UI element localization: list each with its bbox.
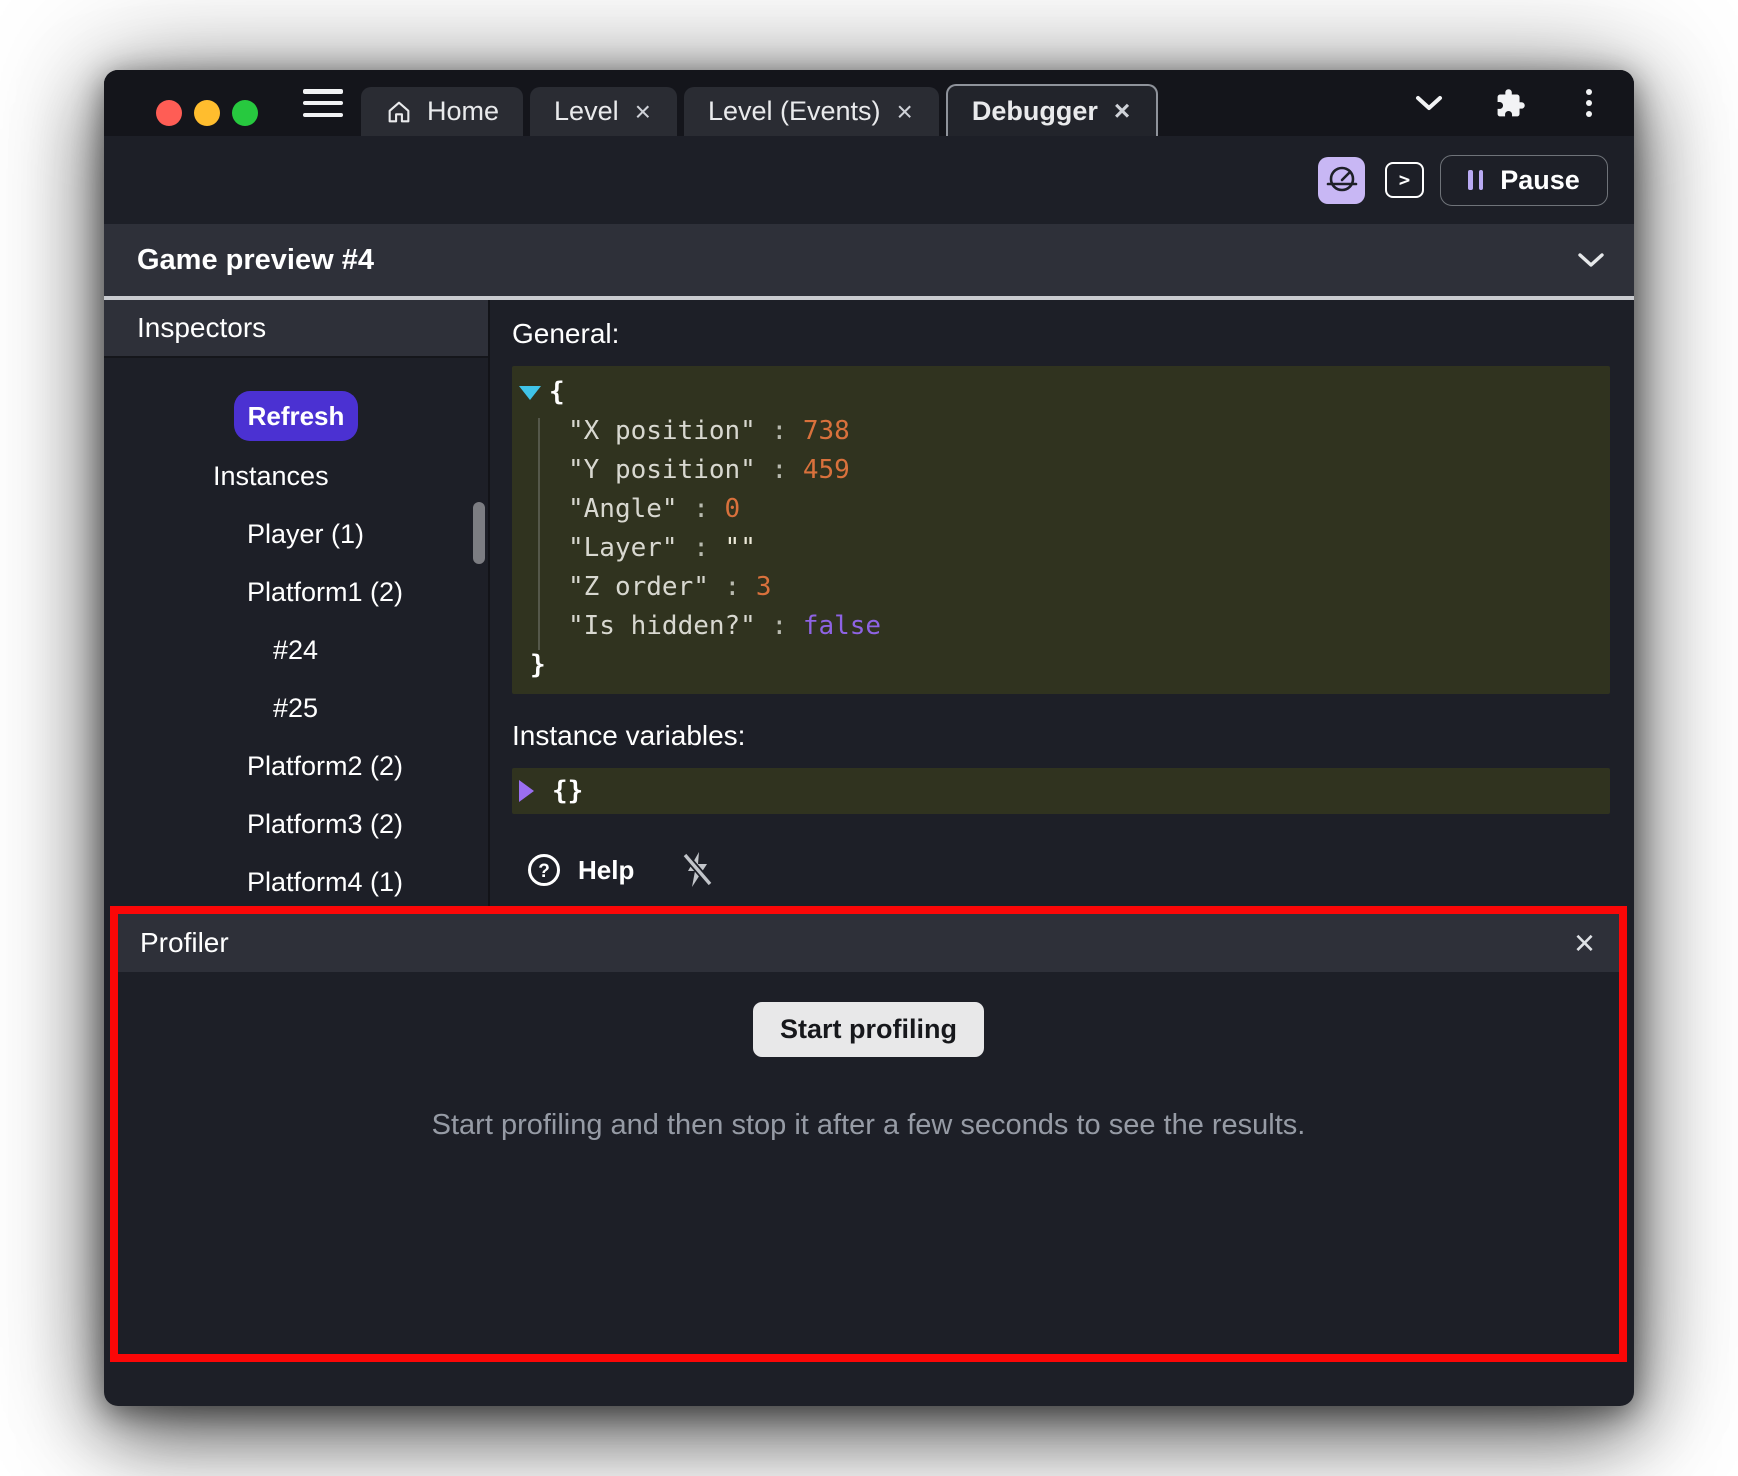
indent-guide: [538, 418, 540, 650]
tab-home[interactable]: Home: [361, 87, 523, 136]
json-row: "Z order" : 3: [512, 568, 1610, 607]
json-row: "X position" : 738: [512, 412, 1610, 451]
app-window: Home Level × Level (Events) × Debugger ×: [104, 70, 1634, 1406]
help-label: Help: [578, 855, 634, 886]
inspectors-header: Inspectors: [104, 300, 488, 358]
tree-item-25[interactable]: #25: [104, 679, 488, 737]
profiler-title: Profiler: [140, 927, 229, 959]
help-link[interactable]: ? Help: [526, 852, 634, 888]
tree-item-player[interactable]: Player (1): [104, 505, 488, 563]
console-button[interactable]: >: [1385, 162, 1424, 198]
title-bar: Home Level × Level (Events) × Debugger ×: [104, 70, 1634, 136]
json-row: "Y position" : 459: [512, 451, 1610, 490]
tab-label: Debugger: [972, 96, 1098, 127]
json-key: "Z order": [568, 572, 709, 602]
close-icon[interactable]: ×: [895, 98, 915, 126]
kebab-menu-icon[interactable]: [1582, 85, 1596, 121]
hamburger-menu-icon[interactable]: [303, 89, 343, 117]
tab-debugger[interactable]: Debugger ×: [946, 84, 1158, 136]
json-close-row: }: [512, 646, 1610, 685]
tab-label: Level: [554, 96, 619, 127]
tree-item-platform3[interactable]: Platform3 (2): [104, 795, 488, 853]
json-value: 738: [803, 416, 850, 446]
json-root-row: {: [512, 373, 1610, 412]
json-row: "Layer" : "": [512, 529, 1610, 568]
json-row: "Is hidden?" : false: [512, 607, 1610, 646]
pause-icon: [1468, 170, 1483, 190]
tab-level[interactable]: Level ×: [530, 87, 677, 136]
general-json-view: { "X position" : 738 "Y position" : 459 …: [512, 366, 1610, 694]
refresh-button[interactable]: Refresh: [234, 391, 358, 441]
tree-item-platform4[interactable]: Platform4 (1): [104, 853, 488, 906]
empty-object: {}: [552, 776, 583, 806]
help-icon: ?: [526, 852, 562, 888]
game-preview-title: Game preview #4: [137, 244, 374, 277]
json-row: "Angle" : 0: [512, 490, 1610, 529]
preview-chevron-down-icon[interactable]: [1578, 253, 1604, 268]
profiler-hint: Start profiling and then stop it after a…: [118, 1109, 1619, 1142]
instances-tree: Instances Player (1) Platform1 (2) #24 #…: [104, 447, 488, 906]
chevron-down-icon[interactable]: [1415, 95, 1443, 111]
debugger-toolbar: > Pause: [104, 136, 1634, 224]
flash-off-icon[interactable]: [680, 850, 714, 890]
close-window-button[interactable]: [156, 100, 182, 126]
titlebar-actions: [1415, 70, 1596, 136]
help-row: ? Help: [512, 850, 1610, 890]
puzzle-icon[interactable]: [1495, 88, 1526, 119]
tree-item-platform2[interactable]: Platform2 (2): [104, 737, 488, 795]
json-value: false: [803, 611, 881, 641]
json-colon: :: [709, 572, 756, 602]
minimize-window-button[interactable]: [194, 100, 220, 126]
tab-label: Home: [427, 96, 499, 127]
sidebar-scrollbar-thumb[interactable]: [473, 502, 485, 564]
tab-label: Level (Events): [708, 96, 881, 127]
tree-item-instances[interactable]: Instances: [104, 447, 488, 505]
svg-text:?: ?: [538, 861, 550, 882]
pause-button[interactable]: Pause: [1440, 155, 1608, 206]
profiler-body: Start profiling Start profiling and then…: [118, 972, 1619, 1142]
open-brace: {: [549, 373, 565, 412]
json-key: "Y position": [568, 455, 756, 485]
tab-level-events[interactable]: Level (Events) ×: [684, 87, 939, 136]
close-icon[interactable]: ×: [633, 98, 653, 126]
json-value: 459: [803, 455, 850, 485]
json-colon: :: [678, 494, 725, 524]
game-preview-selector[interactable]: Game preview #4: [104, 224, 1634, 296]
maximize-window-button[interactable]: [232, 100, 258, 126]
json-value: 3: [756, 572, 772, 602]
json-colon: :: [756, 611, 803, 641]
tab-strip: Home Level × Level (Events) × Debugger ×: [361, 84, 1158, 136]
instance-variables-title: Instance variables:: [512, 720, 1610, 752]
home-icon: [385, 98, 413, 126]
json-key: "Angle": [568, 494, 678, 524]
inspectors-sidebar: Inspectors Refresh Instances Player (1) …: [104, 300, 490, 906]
tree-item-platform1[interactable]: Platform1 (2): [104, 563, 488, 621]
json-value: 0: [725, 494, 741, 524]
collapse-triangle-icon[interactable]: [519, 386, 541, 400]
json-colon: :: [756, 416, 803, 446]
profiler-header: Profiler ×: [118, 914, 1619, 972]
json-colon: :: [756, 455, 803, 485]
traffic-lights: [156, 100, 258, 126]
general-section-title: General:: [512, 318, 1610, 350]
profiler-panel: Profiler × Start profiling Start profili…: [110, 906, 1627, 1362]
json-key: "X position": [568, 416, 756, 446]
json-value: "": [725, 533, 756, 563]
profiler-toggle-button[interactable]: [1318, 157, 1365, 204]
json-colon: :: [678, 533, 725, 563]
close-icon[interactable]: ×: [1574, 925, 1595, 961]
instance-variables-view: {}: [512, 768, 1610, 814]
start-profiling-button[interactable]: Start profiling: [753, 1002, 984, 1057]
json-key: "Is hidden?": [568, 611, 756, 641]
close-icon[interactable]: ×: [1112, 97, 1132, 125]
console-icon: >: [1399, 169, 1410, 191]
tree-item-24[interactable]: #24: [104, 621, 488, 679]
json-key: "Layer": [568, 533, 678, 563]
pause-label: Pause: [1500, 165, 1580, 196]
gauge-icon: [1326, 164, 1358, 196]
expand-triangle-icon[interactable]: [519, 780, 534, 802]
close-brace: }: [530, 650, 546, 680]
